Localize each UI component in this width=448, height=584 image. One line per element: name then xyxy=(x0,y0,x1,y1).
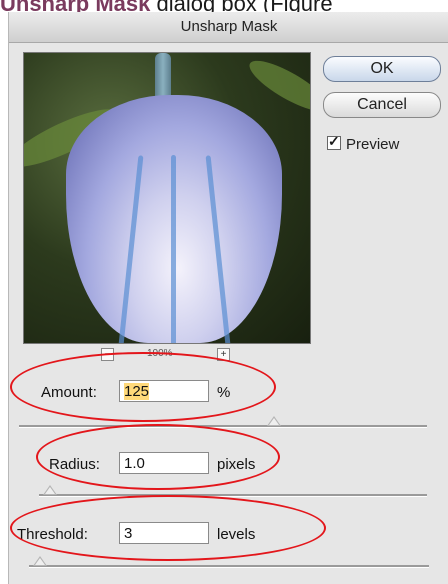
bluebell-flower xyxy=(66,95,282,343)
ok-button[interactable]: OK xyxy=(323,56,441,82)
amount-slider-track[interactable] xyxy=(19,425,427,428)
radius-highlight-ellipse xyxy=(36,424,280,490)
radius-slider-knob[interactable] xyxy=(43,485,57,495)
preview-checkbox-label: Preview xyxy=(346,136,400,153)
amount-slider-knob[interactable] xyxy=(267,416,281,426)
threshold-highlight-ellipse xyxy=(10,495,326,561)
background-leaf xyxy=(243,53,310,120)
threshold-slider-knob[interactable] xyxy=(33,556,47,566)
cancel-button[interactable]: Cancel xyxy=(323,92,441,118)
radius-slider-track[interactable] xyxy=(39,494,427,497)
preview-checkbox[interactable]: Preview xyxy=(327,133,400,153)
threshold-slider-track[interactable] xyxy=(29,565,429,568)
flower-vein xyxy=(117,155,144,343)
dialog-title[interactable]: Unsharp Mask xyxy=(9,12,448,43)
flower-vein xyxy=(205,155,232,343)
amount-highlight-ellipse xyxy=(10,352,276,422)
preview-image[interactable] xyxy=(23,52,311,344)
checkbox-checked-icon[interactable] xyxy=(327,133,341,150)
flower-vein xyxy=(171,155,176,343)
